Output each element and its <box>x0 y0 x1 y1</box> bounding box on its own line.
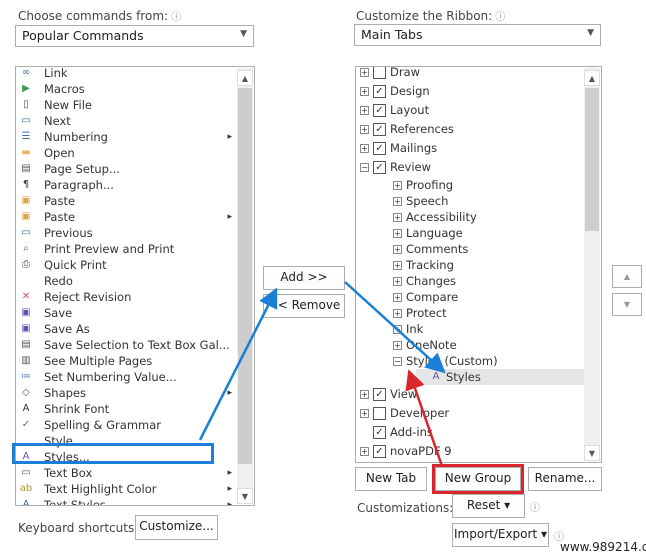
arrow-new-group <box>405 369 444 467</box>
arrow-to-add <box>198 287 278 441</box>
arrow-to-styles <box>344 281 446 374</box>
watermark: www.989214.com <box>560 540 646 554</box>
annotation-arrows <box>198 281 446 467</box>
